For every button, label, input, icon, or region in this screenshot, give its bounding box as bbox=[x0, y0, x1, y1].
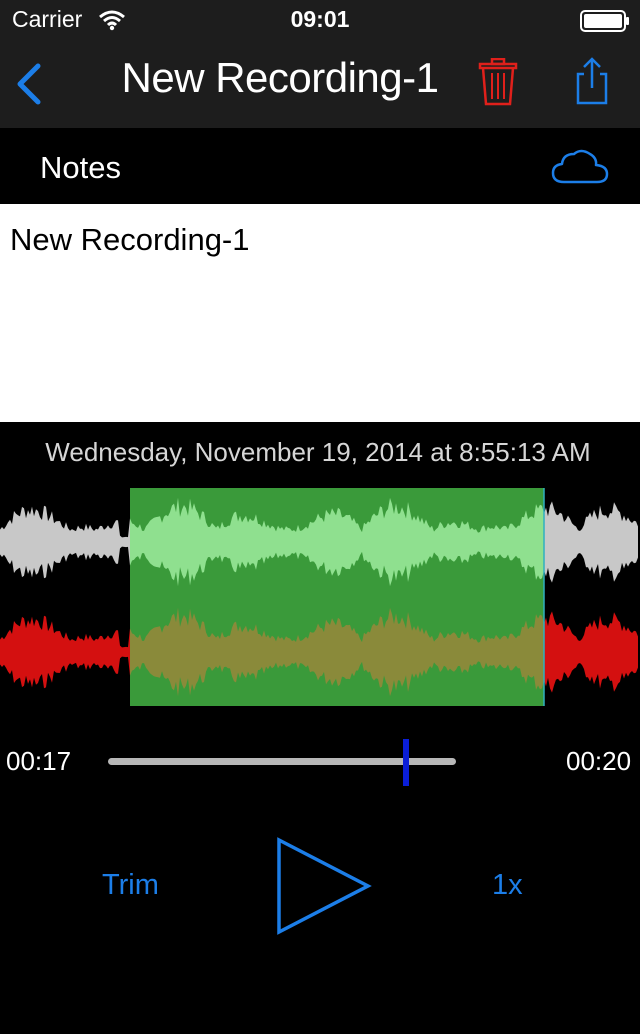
play-button[interactable] bbox=[276, 837, 376, 937]
notes-text-area[interactable]: New Recording-1 bbox=[0, 204, 640, 422]
trash-icon[interactable] bbox=[478, 58, 518, 106]
notes-header-label: Notes bbox=[40, 150, 121, 185]
battery-icon bbox=[580, 10, 629, 32]
speed-button[interactable]: 1x bbox=[492, 869, 523, 902]
notes-text[interactable]: New Recording-1 bbox=[10, 222, 250, 258]
waveform[interactable] bbox=[0, 488, 640, 706]
cloud-icon[interactable] bbox=[550, 146, 610, 186]
share-icon[interactable] bbox=[574, 56, 610, 106]
elapsed-time: 00:17 bbox=[6, 746, 72, 776]
waveform-channel-bottom bbox=[544, 611, 638, 693]
navigation-bar: New Recording-1 bbox=[0, 40, 640, 128]
recording-title: New Recording-1 bbox=[121, 54, 439, 101]
waveform-channel-top bbox=[0, 505, 130, 579]
recording-date: Wednesday, November 19, 2014 at 8:55:13 … bbox=[45, 437, 591, 467]
total-time: 00:20 bbox=[566, 746, 632, 776]
status-time: 09:01 bbox=[290, 6, 350, 32]
waveform-channel-bottom bbox=[0, 615, 130, 689]
play-icon bbox=[277, 837, 372, 935]
notes-header: Notes bbox=[0, 128, 640, 204]
scrubber-thumb[interactable] bbox=[403, 739, 409, 786]
status-bar: Carrier 09:01 bbox=[0, 0, 640, 40]
waveform-channel-top bbox=[544, 501, 638, 583]
trim-button[interactable]: Trim bbox=[102, 869, 159, 902]
